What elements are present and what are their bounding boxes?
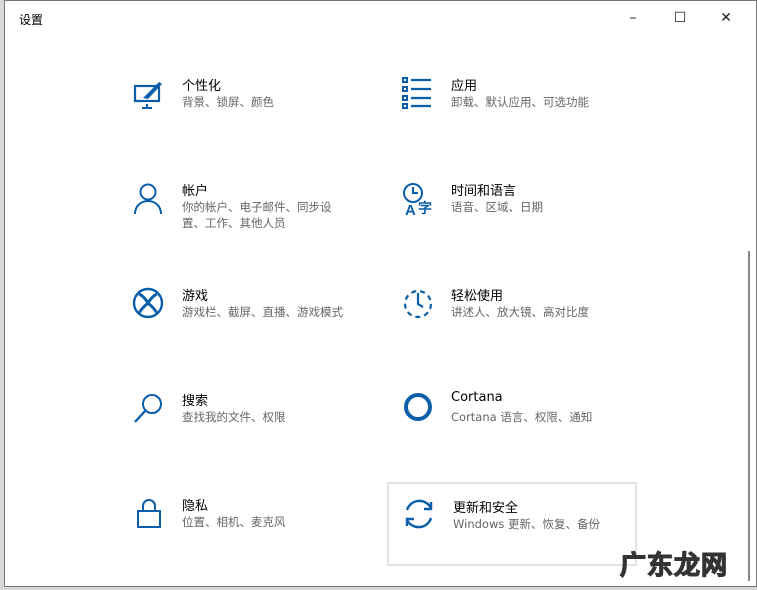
svg-text:A: A <box>405 202 416 216</box>
search-icon <box>134 394 162 423</box>
tile-cortana[interactable]: Cortana Cortana 语言、权限、通知 <box>401 390 651 478</box>
tile-ease-of-access[interactable]: 轻松使用 讲述人、放大镜、高对比度 <box>401 287 651 373</box>
settings-window: 设置 – ☐ ✕ 个性化 背景、锁屏、颜色 应用 卸载、默认应用、可选功能 帐户… <box>4 0 757 587</box>
close-button[interactable]: ✕ <box>703 5 749 31</box>
cortana-icon <box>404 393 432 421</box>
apps-icon <box>402 77 431 109</box>
update-icon <box>405 499 433 529</box>
window-title: 设置 <box>19 13 44 27</box>
tile-accounts[interactable]: 帐户 你的帐户、电子邮件、同步设置、工作、其他人员 <box>132 182 382 268</box>
svg-text:字: 字 <box>418 200 432 216</box>
tile-time-language[interactable]: A字 时间和语言 语音、区域、日期 <box>401 182 651 268</box>
lock-icon <box>137 499 161 528</box>
tile-privacy[interactable]: 隐私 位置、相机、麦克风 <box>132 497 382 583</box>
tile-apps[interactable]: 应用 卸载、默认应用、可选功能 <box>401 77 651 163</box>
tile-personalization[interactable]: 个性化 背景、锁屏、颜色 <box>132 77 382 163</box>
time-language-icon: A字 <box>403 183 432 216</box>
maximize-button[interactable]: ☐ <box>657 5 703 31</box>
ease-of-access-icon <box>403 289 433 319</box>
tile-update-security[interactable]: 更新和安全 Windows 更新、恢复、备份 <box>387 482 637 566</box>
watermark: 广东龙网 <box>619 550 729 581</box>
tile-search[interactable]: 搜索 查找我的文件、权限 <box>132 392 382 478</box>
scrollbar[interactable] <box>748 251 750 581</box>
xbox-icon <box>132 287 164 319</box>
personalization-icon <box>133 82 162 109</box>
minimize-button[interactable]: – <box>610 5 656 31</box>
tile-gaming[interactable]: 游戏 游戏栏、截屏、直播、游戏模式 <box>132 287 382 373</box>
account-icon <box>134 183 162 215</box>
